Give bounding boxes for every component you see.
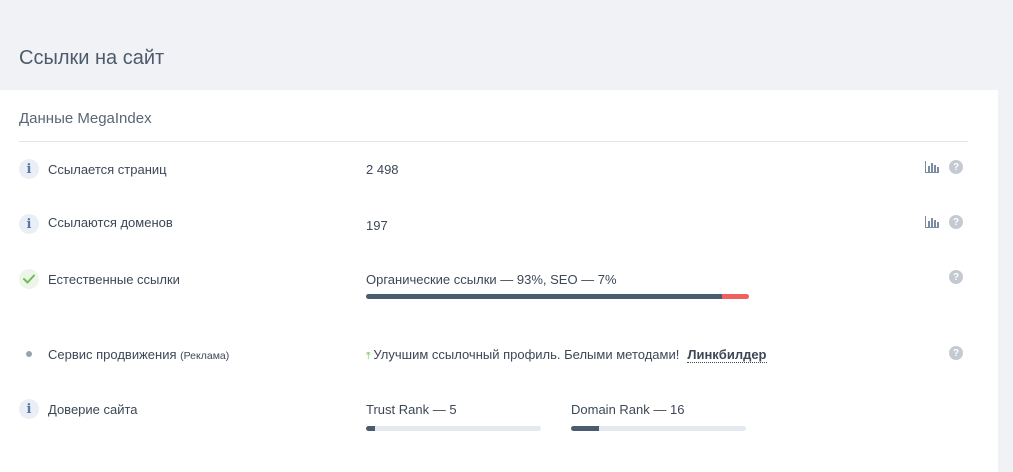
page-title: Ссылки на сайт (19, 47, 165, 69)
row-value: 2 498 (366, 162, 399, 177)
ad-label: (Реклама) (180, 350, 230, 362)
info-icon: i (19, 399, 39, 419)
help-icon[interactable]: ? (949, 346, 963, 360)
row-label: Доверие сайта (48, 402, 138, 417)
megaindex-card: Данные MegaIndex i Ссылается страниц 2 4… (0, 90, 998, 472)
row-value: Органические ссылки — 93%, SEO — 7% (366, 272, 617, 287)
help-icon[interactable]: ? (949, 270, 963, 284)
domain-rank-text: Domain Rank — 16 (571, 402, 685, 417)
card-title: Данные MegaIndex (19, 110, 152, 127)
help-icon[interactable]: ? (949, 160, 963, 174)
promo-label: Сервис продвижения (48, 347, 177, 362)
trust-rank-text: Trust Rank — 5 (366, 402, 457, 417)
trust-rank-fill (366, 426, 375, 431)
chevron-up-icon: ⤒ (366, 351, 371, 362)
row-label: Сервис продвижения (Реклама) (48, 347, 229, 362)
domain-rank-bar (571, 426, 746, 431)
organic-seo-bar (366, 294, 749, 299)
row-label: Ссылаются доменов (48, 215, 173, 230)
divider (19, 141, 968, 142)
bar-chart-icon[interactable] (925, 161, 939, 173)
promo-text: Улучшим ссылочный профиль. Белыми метода… (373, 347, 680, 362)
seo-fill (722, 294, 749, 299)
organic-fill (366, 294, 723, 299)
row-value: 197 (366, 218, 388, 233)
row-value: ⤒ Улучшим ссылочный профиль. Белыми метод… (366, 347, 767, 363)
domain-rank-fill (571, 426, 599, 431)
bullet-icon (19, 344, 39, 364)
row-label: Ссылается страниц (48, 162, 167, 177)
trust-rank-bar (366, 426, 541, 431)
check-icon (19, 269, 39, 289)
info-icon: i (19, 159, 39, 179)
help-icon[interactable]: ? (949, 215, 963, 229)
row-label: Естественные ссылки (48, 272, 180, 287)
linkbuilder-link[interactable]: Линкбилдер (687, 347, 767, 363)
bar-chart-icon[interactable] (925, 216, 939, 228)
info-icon: i (19, 214, 39, 234)
